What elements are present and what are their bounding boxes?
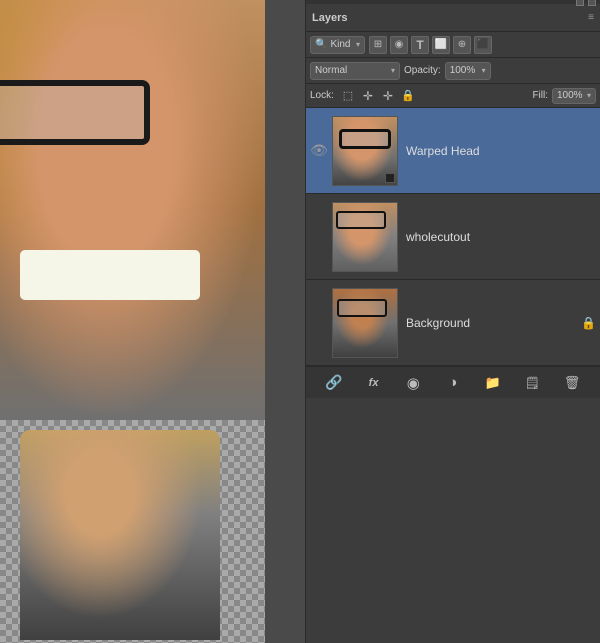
layer-visibility-wholecutout[interactable]: 👁 [310,228,328,245]
delete-layer-btn[interactable]: 🗑 [561,372,583,394]
blend-mode-arrow: ▾ [391,66,395,75]
opacity-label: Opacity: [404,65,441,76]
filter-text-btn[interactable]: T [411,36,429,54]
main-canvas [0,0,265,643]
lock-image-btn[interactable]: ✛ [360,88,376,104]
panel-menu-icon[interactable]: ≡ [588,12,594,23]
fill-arrow: ▾ [587,91,591,100]
filter-smartobj-btn[interactable]: ⊕ [453,36,471,54]
blend-mode-row: Normal ▾ Opacity: 100% ▾ [306,58,600,84]
blend-mode-dropdown[interactable]: Normal ▾ [310,62,400,80]
bottom-person [20,430,220,640]
resize-handle-2[interactable] [588,0,596,6]
layer-name-warped-head: Warped Head [402,144,596,158]
adjustment-layer-btn[interactable]: ◑ [442,372,464,394]
panel-header: Layers ≡ [306,4,600,32]
panel-title: Layers [312,12,347,24]
layer-visibility-warped-head[interactable]: 👁 [310,142,328,159]
layer-item-warped-head[interactable]: 👁 Warped Head [306,108,600,194]
canvas-top [0,0,265,420]
resize-handle-1[interactable] [576,0,584,6]
thumb-mask-warp [385,173,395,183]
blend-mode-value: Normal [315,65,388,76]
layer-thumb-background [332,288,398,358]
lock-label: Lock: [310,90,334,101]
thumb-glasses-warp [339,129,391,149]
canvas-face-bg [0,0,265,420]
layers-panel: Layers ≡ 🔍 Kind ▾ ⊞ ◉ T ⬜ ⊕ ⬛ Normal ▾ O… [305,0,600,643]
layer-thumb-wholecutout [332,202,398,272]
filter-icons: ⊞ ◉ T ⬜ ⊕ ⬛ [369,36,492,54]
thumb3-glasses [337,299,387,317]
canvas-bottom-content [0,420,265,643]
kind-dropdown-arrow: ▾ [356,40,360,49]
layer-mask-btn[interactable]: ◉ [402,372,424,394]
thumb2-glasses [336,211,386,229]
panel-header-icons: ≡ [588,12,594,23]
filter-row: 🔍 Kind ▾ ⊞ ◉ T ⬜ ⊕ ⬛ [306,32,600,58]
lock-position-btn[interactable]: ✛ [380,88,396,104]
lock-row: Lock: ⬚ ✛ ✛ 🔒 Fill: 100% ▾ [306,84,600,108]
layer-thumb-warped-head [332,116,398,186]
canvas-bottom [0,420,265,643]
opacity-field[interactable]: 100% ▾ [445,62,491,80]
fill-value: 100% [557,90,585,101]
layer-name-wholecutout: wholecutout [402,230,596,244]
lock-all-btn[interactable]: 🔒 [400,88,416,104]
filter-adjustment-btn[interactable]: ◉ [390,36,408,54]
layer-item-wholecutout[interactable]: 👁 wholecutout [306,194,600,280]
link-layers-btn[interactable]: 🔗 [323,372,345,394]
lock-transparent-btn[interactable]: ⬚ [340,88,356,104]
layer-name-background: Background [402,316,577,330]
glasses-frame [0,80,150,145]
actions-bar: 🔗 fx ◉ ◑ 📁 🗒 🗑 [306,366,600,398]
new-group-btn[interactable]: 📁 [482,372,504,394]
search-icon: 🔍 [315,39,327,50]
layer-item-background[interactable]: 👁 Background 🔒 [306,280,600,366]
face-simulation [0,0,265,420]
layers-list: 👁 Warped Head 👁 wholecutout 👁 [306,108,600,366]
opacity-arrow: ▾ [482,66,486,75]
layer-styles-btn[interactable]: fx [363,372,385,394]
layer-visibility-background[interactable]: 👁 [310,314,328,331]
filter-color-btn[interactable]: ⬛ [474,36,492,54]
fill-field[interactable]: 100% ▾ [552,88,596,104]
teeth-area [20,250,200,300]
filter-pixel-btn[interactable]: ⊞ [369,36,387,54]
new-layer-btn[interactable]: 🗒 [521,372,543,394]
glasses-overlay [0,80,190,160]
opacity-value: 100% [450,65,480,76]
filter-shape-btn[interactable]: ⬜ [432,36,450,54]
kind-filter-dropdown[interactable]: 🔍 Kind ▾ [310,36,365,54]
fill-label: Fill: [532,90,548,101]
background-lock-icon: 🔒 [581,316,596,330]
kind-filter-label: Kind [330,39,353,50]
